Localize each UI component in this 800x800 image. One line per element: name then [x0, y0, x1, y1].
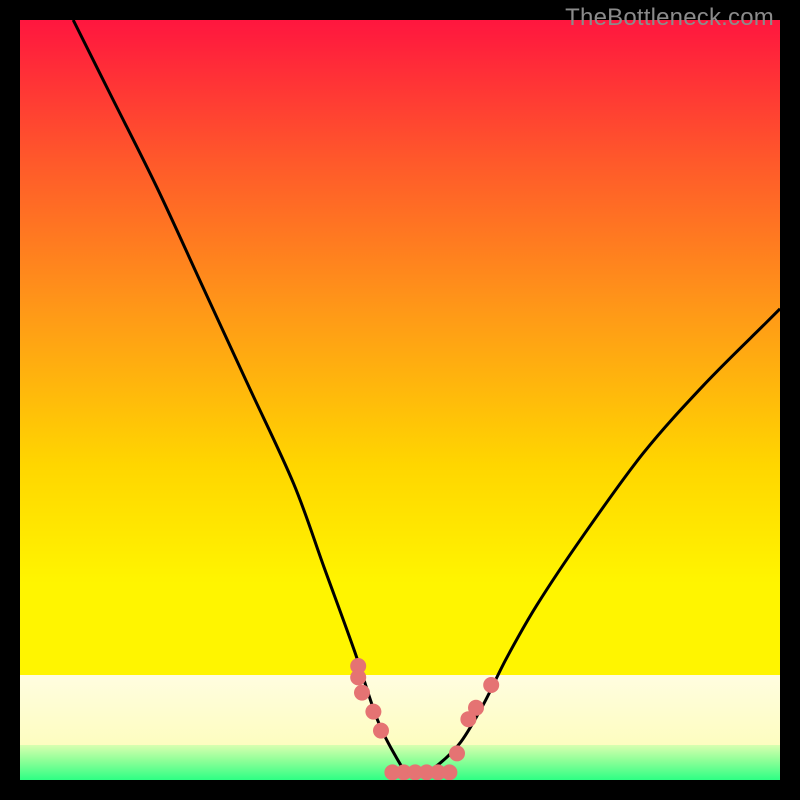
gradient-band-pale	[20, 675, 780, 745]
bottleneck-plot	[20, 20, 780, 780]
curve-marker	[449, 745, 465, 761]
curve-marker	[373, 723, 389, 739]
chart-frame	[20, 20, 780, 780]
curve-marker	[468, 700, 484, 716]
curve-marker	[365, 704, 381, 720]
curve-marker	[483, 677, 499, 693]
curve-marker	[350, 669, 366, 685]
gradient-band-warm	[20, 20, 780, 675]
curve-marker	[354, 685, 370, 701]
curve-marker	[441, 764, 457, 780]
